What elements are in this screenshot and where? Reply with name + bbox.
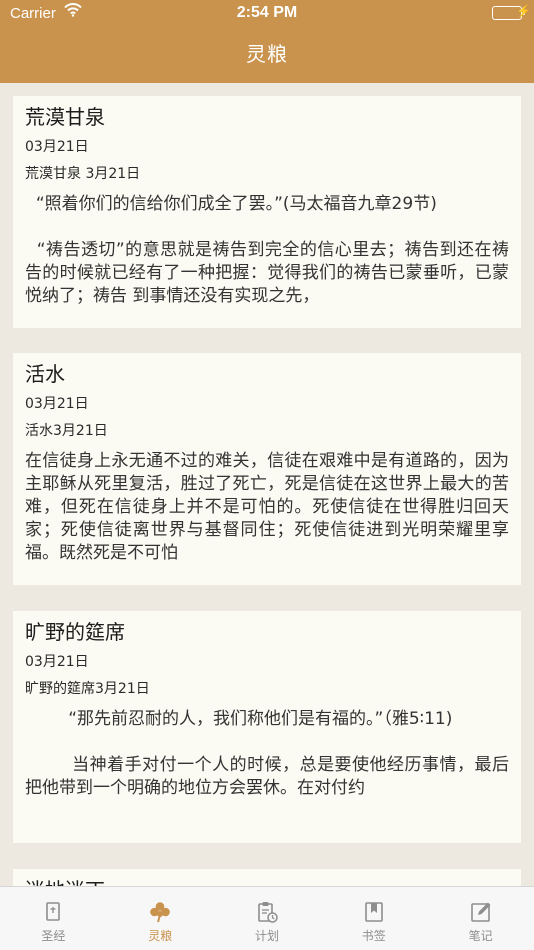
card-excerpt: “那先前忍耐的人，我们称他们是有福的。”（雅5∶11) 当神着手对付一个人的时候… bbox=[25, 709, 509, 798]
navigation-bar: 灵粮 bbox=[0, 28, 534, 83]
status-time: 2:54 PM bbox=[236, 4, 298, 21]
tab-label: 圣经 bbox=[41, 929, 66, 943]
tab-notes[interactable]: 笔记 bbox=[427, 887, 534, 950]
tab-spiritual-food[interactable]: 灵粮 bbox=[107, 887, 214, 950]
status-bar: Carrier 2:54 PM ⚡ bbox=[0, 0, 534, 28]
card-date: 03月21日 bbox=[25, 396, 89, 412]
card-title: 活水 bbox=[25, 362, 65, 386]
card-title: 迷地迷丁 bbox=[25, 875, 509, 886]
bible-icon bbox=[41, 900, 65, 924]
tab-label: 计划 bbox=[254, 929, 279, 943]
card-subtitle: 旷野的筵席3月21日 bbox=[25, 681, 150, 697]
tab-plan[interactable]: 计划 bbox=[214, 887, 321, 950]
note-edit-icon bbox=[469, 900, 493, 924]
devotional-card[interactable]: 荒漠甘泉 03月21日 荒漠甘泉 3月21日 “照着你们的信给你们成全了罢。”(… bbox=[13, 96, 521, 328]
card-excerpt: 在信徒身上永无通不过的难关，信徒在艰难中是有道路的，因为主耶稣从死里复活，胜过了… bbox=[25, 451, 509, 563]
devotional-card[interactable]: 迷地迷丁 bbox=[13, 869, 521, 886]
clipboard-clock-icon bbox=[255, 900, 279, 924]
card-date: 03月21日 bbox=[25, 139, 89, 155]
card-title: 荒漠甘泉 bbox=[25, 105, 105, 129]
clover-icon bbox=[148, 900, 172, 924]
tab-label: 笔记 bbox=[468, 929, 493, 943]
page-title: 灵粮 bbox=[246, 42, 288, 66]
card-subtitle: 荒漠甘泉 3月21日 bbox=[25, 166, 141, 182]
tab-label: 书签 bbox=[361, 929, 386, 943]
devotional-card[interactable]: 旷野的筵席 03月21日 旷野的筵席3月21日 “那先前忍耐的人，我们称他们是有… bbox=[13, 611, 521, 843]
card-subtitle: 活水3月21日 bbox=[25, 423, 108, 439]
card-title: 旷野的筵席 bbox=[25, 620, 125, 644]
tab-bar: 圣经 灵粮 计划 书签 笔记 bbox=[0, 886, 534, 950]
devotional-card[interactable]: 活水 03月21日 活水3月21日 在信徒身上永无通不过的难关，信徒在艰难中是有… bbox=[13, 353, 521, 585]
charging-icon: ⚡ bbox=[516, 4, 531, 18]
tab-bookmarks[interactable]: 书签 bbox=[320, 887, 427, 950]
devotional-list[interactable]: 荒漠甘泉 03月21日 荒漠甘泉 3月21日 “照着你们的信给你们成全了罢。”(… bbox=[0, 83, 534, 886]
tab-bible[interactable]: 圣经 bbox=[0, 887, 107, 950]
bookmark-icon bbox=[362, 900, 386, 924]
card-excerpt: “照着你们的信给你们成全了罢。”(马太福音九章29节) “祷告透切”的意思就是祷… bbox=[25, 194, 509, 306]
card-date: 03月21日 bbox=[25, 654, 89, 670]
tab-label: 灵粮 bbox=[148, 929, 173, 943]
